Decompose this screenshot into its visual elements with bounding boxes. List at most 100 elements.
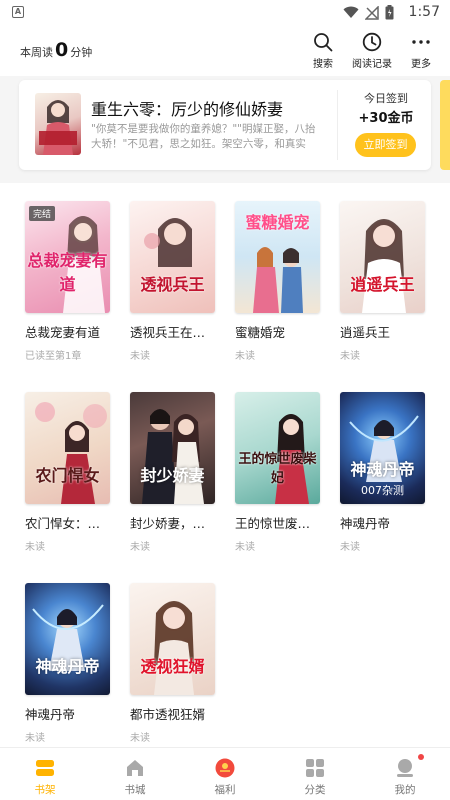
status-time: 1:57 <box>408 4 440 20</box>
tab-welfare[interactable]: 福利 <box>180 748 270 800</box>
checkin-button[interactable]: 立即签到 <box>355 133 416 157</box>
book-item[interactable]: 农门悍女 农门悍女：… 未读 <box>25 392 110 553</box>
completed-badge: 完结 <box>29 206 56 221</box>
book-cover[interactable]: 封少娇妻 <box>130 392 215 504</box>
book-title: 蜜糖婚宠 <box>235 325 286 340</box>
book-title: 王的惊世废… <box>235 516 311 531</box>
tab-profile[interactable]: 我的 <box>360 748 450 800</box>
book-item[interactable]: 透视兵王 透视兵王在… 未读 <box>130 201 215 362</box>
cover-art <box>142 409 204 504</box>
weekly-reading-time: 本周读 0 分钟 <box>20 39 92 61</box>
cover-art <box>32 604 104 671</box>
book-item[interactable]: 神魂丹帝 神魂丹帝 未读 <box>25 583 110 744</box>
book-item[interactable]: 逍遥兵王 逍遥兵王 未读 <box>340 201 425 362</box>
book-progress: 未读 <box>340 351 360 362</box>
book-title: 总裁宠妻有道 <box>25 325 101 340</box>
cover-title: 神魂丹帝 <box>35 657 100 676</box>
book-title: 神魂丹帝 <box>25 707 76 722</box>
notification-dot <box>418 754 424 760</box>
bookshelf-grid: 完结 总裁宠妻有道 总裁宠妻有道 已读至第1章 透视兵王 透视兵王在… 未读 蜜… <box>0 183 450 747</box>
category-icon <box>306 759 324 777</box>
tab-label: 书城 <box>124 784 146 796</box>
book-title: 封少娇妻，… <box>130 516 206 531</box>
cover-title: 透视狂婿 <box>140 657 205 676</box>
book-cover[interactable]: 完结 总裁宠妻有道 <box>25 201 110 313</box>
cover-art <box>144 218 192 267</box>
book-progress: 未读 <box>130 733 150 744</box>
book-item[interactable]: 蜜糖婚宠 蜜糖婚宠 未读 <box>235 201 320 362</box>
book-cover[interactable]: 透视兵王 <box>130 201 215 313</box>
more-button[interactable]: 更多 <box>393 32 449 70</box>
checkin-reward: +30金币 <box>358 111 414 126</box>
no-signal-icon <box>365 5 379 20</box>
system-icons <box>343 5 394 20</box>
cover-subtitle: 007杂测 <box>361 484 404 497</box>
book-item[interactable]: 封少娇妻 封少娇妻，… 未读 <box>130 392 215 553</box>
cover-title: 农门悍女 <box>35 466 100 485</box>
book-progress: 未读 <box>25 542 45 553</box>
book-cover[interactable]: 王的惊世废柴妃 <box>235 392 320 504</box>
search-button[interactable]: 搜索 <box>295 32 351 70</box>
checkin-label: 今日签到 <box>364 92 408 105</box>
cover-title: 逍遥兵王 <box>350 275 415 294</box>
featured-book-description: "你莫不是要我做你的童养媳？""明媒正娶，八抬大轿！"不见君，思之如狂。架空六零… <box>91 123 316 150</box>
book-title: 透视兵王在… <box>130 325 206 340</box>
featured-book-title: 重生六零：厉少的修仙娇妻 <box>91 100 284 119</box>
cover-title: 蜜糖婚宠 <box>245 213 310 232</box>
search-icon <box>314 33 333 52</box>
tab-label: 分类 <box>304 784 326 796</box>
book-cover[interactable]: 蜜糖婚宠 <box>235 201 320 313</box>
book-title: 逍遥兵王 <box>340 325 391 340</box>
book-item[interactable]: 神魂丹帝 007杂测 神魂丹帝 未读 <box>340 392 425 553</box>
header: 本周读 0 分钟 搜索 阅读记录 更多 <box>0 26 450 76</box>
tab-bookshelf[interactable]: 书架 <box>0 748 90 800</box>
book-progress: 已读至第1章 <box>25 351 82 362</box>
more-label: 更多 <box>411 59 431 70</box>
bookstore-icon <box>127 760 143 776</box>
weekly-reading-minutes: 0 <box>55 39 69 61</box>
book-title: 都市透视狂婿 <box>130 707 206 722</box>
tab-label: 福利 <box>214 784 236 796</box>
book-cover[interactable]: 农门悍女 <box>25 392 110 504</box>
featured-book-cover[interactable] <box>35 93 81 155</box>
clock-icon <box>362 32 382 52</box>
search-label: 搜索 <box>313 59 333 70</box>
tab-label: 我的 <box>394 784 416 796</box>
book-cover[interactable]: 神魂丹帝 007杂测 <box>340 392 425 504</box>
more-icon <box>412 40 430 44</box>
bottom-tab-bar: 书架 书城 福利 分类 我的 <box>0 747 450 800</box>
reading-history-button[interactable]: 阅读记录 <box>344 32 400 70</box>
book-item[interactable]: 王的惊世废柴妃 王的惊世废… 未读 <box>235 392 320 553</box>
cover-title: 封少娇妻 <box>140 466 205 485</box>
next-card-peek <box>440 80 450 170</box>
tab-category[interactable]: 分类 <box>270 748 360 800</box>
cover-title: 神魂丹帝 <box>350 460 415 479</box>
cover-art <box>154 601 194 695</box>
cover-title: 透视兵王 <box>140 275 205 294</box>
weekly-reading-prefix: 本周读 <box>20 46 53 59</box>
book-cover[interactable]: 神魂丹帝 <box>25 583 110 695</box>
tab-label: 书架 <box>34 784 56 796</box>
featured-divider <box>337 90 338 160</box>
redpacket-icon <box>215 758 235 778</box>
status-bar: A 1:57 <box>0 0 450 26</box>
cover-art <box>362 219 406 313</box>
book-progress: 未读 <box>25 733 45 744</box>
featured-book-card[interactable]: 重生六零：厉少的修仙娇妻 "你莫不是要我做你的童养媳？""明媒正娶，八抬大轿！"… <box>19 80 431 170</box>
profile-icon <box>397 759 413 777</box>
book-cover[interactable]: 逍遥兵王 <box>340 201 425 313</box>
book-title: 神魂丹帝 <box>340 516 391 531</box>
weekly-reading-suffix: 分钟 <box>70 46 93 59</box>
app-notification-icon: A <box>12 6 24 18</box>
book-progress: 未读 <box>130 542 150 553</box>
book-item[interactable]: 透视狂婿 都市透视狂婿 未读 <box>130 583 215 744</box>
book-progress: 未读 <box>340 542 360 553</box>
book-progress: 未读 <box>130 351 150 362</box>
book-progress: 未读 <box>235 542 255 553</box>
book-cover[interactable]: 透视狂婿 <box>130 583 215 695</box>
tab-bookstore[interactable]: 书城 <box>90 748 180 800</box>
book-item[interactable]: 完结 总裁宠妻有道 总裁宠妻有道 已读至第1章 <box>25 201 110 362</box>
reading-history-label: 阅读记录 <box>352 59 392 70</box>
book-title: 农门悍女：… <box>25 516 101 531</box>
wifi-icon <box>343 6 359 18</box>
